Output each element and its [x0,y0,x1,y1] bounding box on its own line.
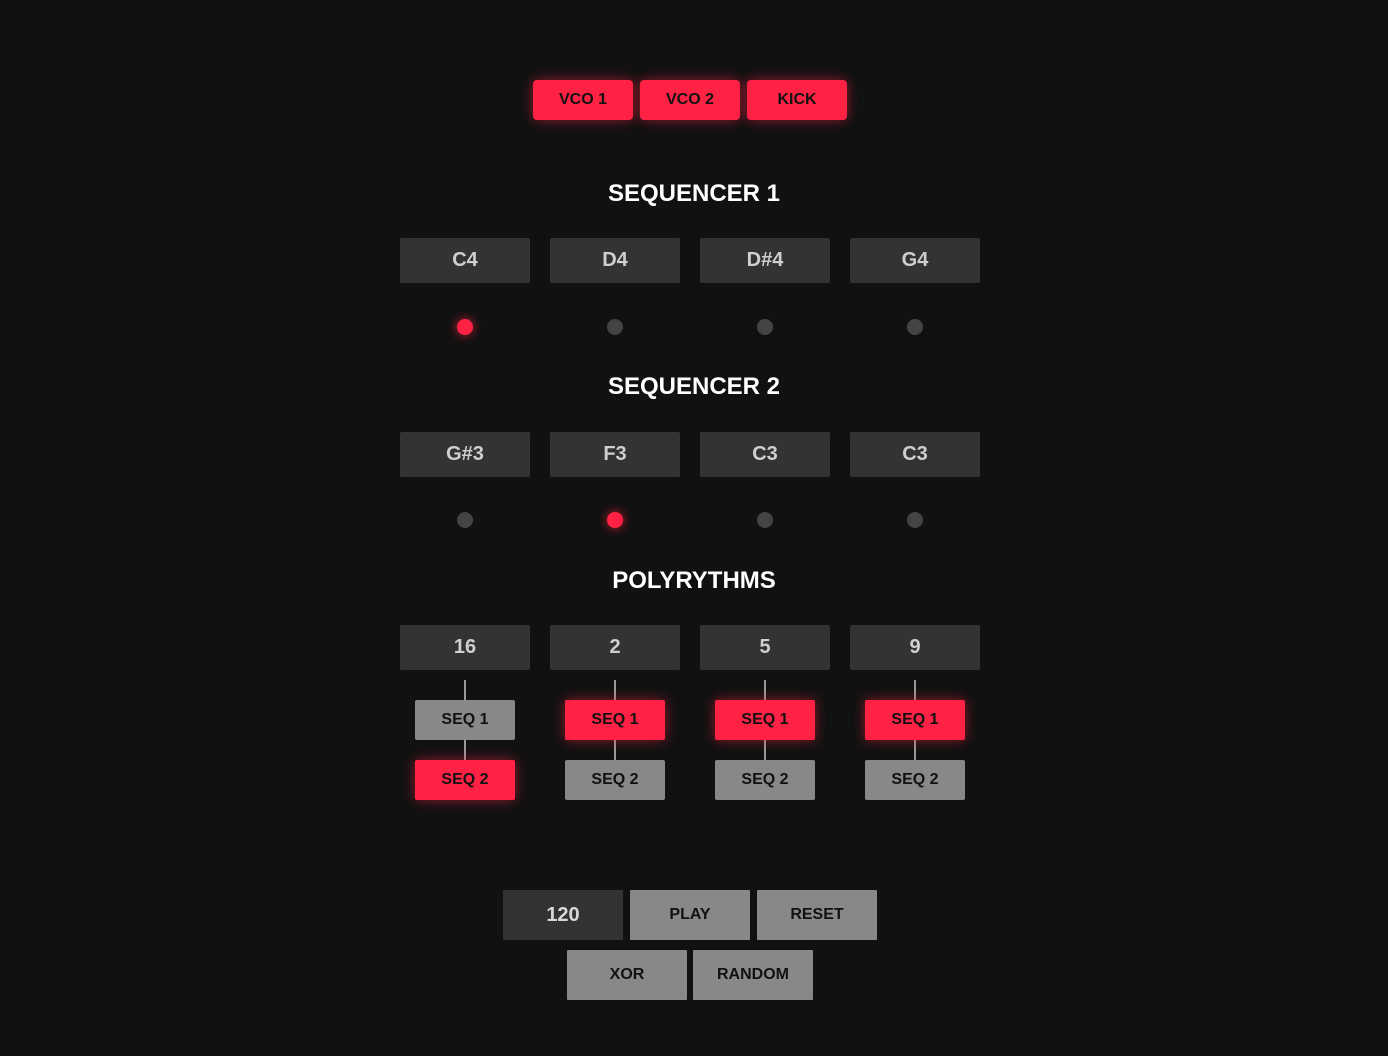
seq2-note-1[interactable]: G#3 [400,432,530,477]
route-seq2-button-1[interactable]: SEQ 2 [415,760,515,800]
reset-button[interactable]: RESET [757,890,877,940]
polyrhythms-title: POLYRYTHMS [612,567,776,594]
seq1-note-1[interactable]: C4 [400,238,530,283]
seq2-note-3[interactable]: C3 [700,432,830,477]
route-seq1-button-3[interactable]: SEQ 1 [715,700,815,740]
route-seq1-button-4[interactable]: SEQ 1 [865,700,965,740]
seq2-step-indicator-4 [907,512,923,528]
seq1-note-4[interactable]: G4 [850,238,980,283]
seq1-note-2[interactable]: D4 [550,238,680,283]
seq1-step-indicator-2 [607,319,623,335]
xor-button[interactable]: XOR [567,950,687,1000]
seq2-step-indicator-1 [457,512,473,528]
route-seq2-button-4[interactable]: SEQ 2 [865,760,965,800]
seq2-note-2[interactable]: F3 [550,432,680,477]
voice-button-vco1[interactable]: VCO 1 [533,80,633,120]
voice-button-vco2[interactable]: VCO 2 [640,80,740,120]
seq2-note-4[interactable]: C3 [850,432,980,477]
polyrhythm-value-2[interactable]: 2 [550,625,680,670]
random-button[interactable]: RANDOM [693,950,813,1000]
polyrhythm-value-1[interactable]: 16 [400,625,530,670]
seq1-note-3[interactable]: D#4 [700,238,830,283]
seq1-step-indicator-1 [457,319,473,335]
route-seq1-button-2[interactable]: SEQ 1 [565,700,665,740]
sequencer1-title: SEQUENCER 1 [607,180,781,207]
play-button[interactable]: PLAY [630,890,750,940]
route-seq2-button-2[interactable]: SEQ 2 [565,760,665,800]
sequencer2-title: SEQUENCER 2 [607,373,781,400]
route-seq1-button-1[interactable]: SEQ 1 [415,700,515,740]
polyrhythm-value-3[interactable]: 5 [700,625,830,670]
polyrhythm-value-4[interactable]: 9 [850,625,980,670]
seq2-step-indicator-2 [607,512,623,528]
seq1-step-indicator-3 [757,319,773,335]
route-seq2-button-3[interactable]: SEQ 2 [715,760,815,800]
seq1-step-indicator-4 [907,319,923,335]
seq2-step-indicator-3 [757,512,773,528]
voice-button-kick[interactable]: KICK [747,80,847,120]
bpm-input[interactable]: 120 [503,890,623,940]
